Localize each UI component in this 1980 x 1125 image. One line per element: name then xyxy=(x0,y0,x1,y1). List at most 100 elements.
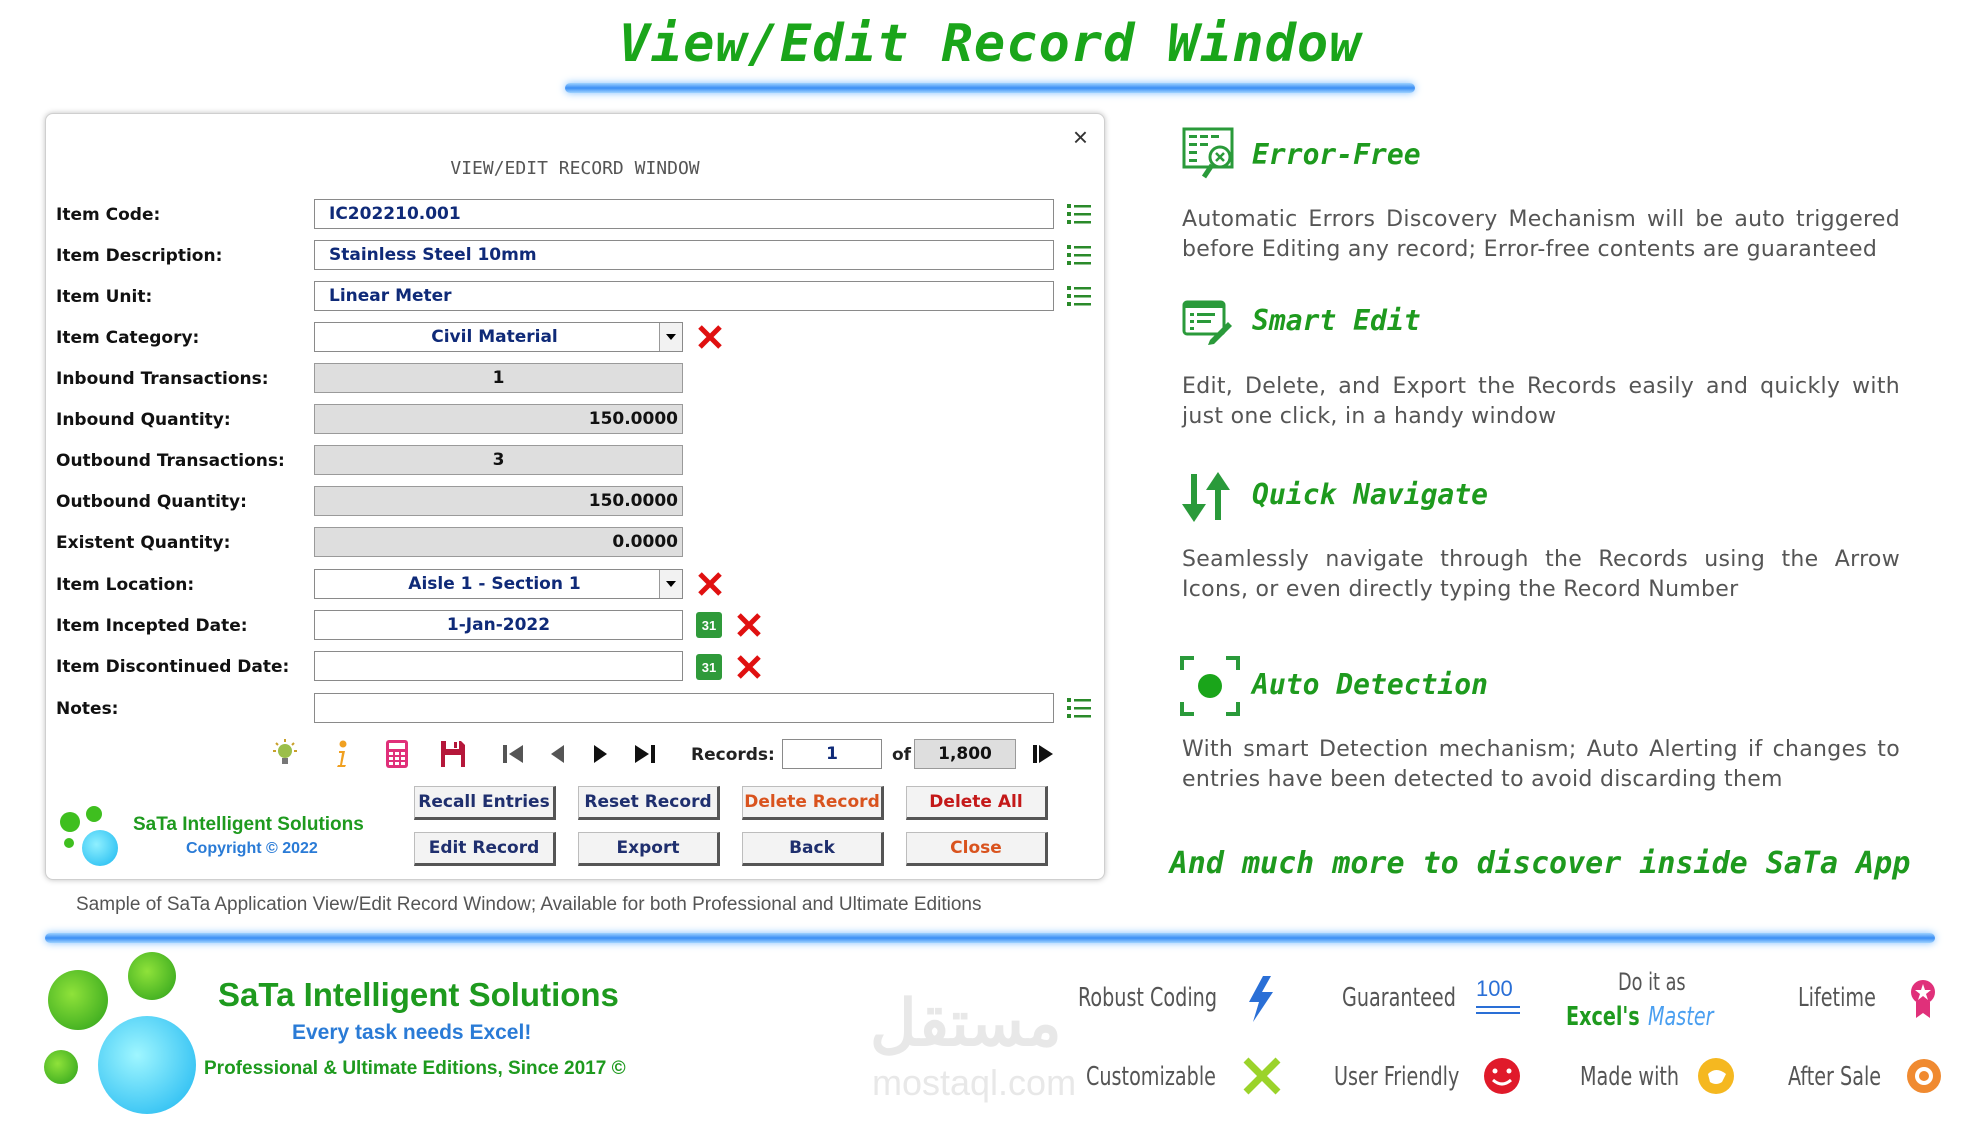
inbound-quantity-label: Inbound Quantity: xyxy=(56,410,231,430)
badge-lifetime: Lifetime xyxy=(1798,983,1876,1013)
inbound-transactions-field: 1 xyxy=(314,363,683,393)
footer-divider xyxy=(45,933,1935,943)
discontinued-date-label: Item Discontinued Date: xyxy=(56,657,290,677)
arrows-icon xyxy=(1182,472,1230,522)
previous-record-icon[interactable] xyxy=(542,739,572,769)
smiley-icon xyxy=(1484,1058,1520,1094)
view-edit-dialog: × VIEW/EDIT RECORD WINDOW Item Code: Ite… xyxy=(45,113,1105,880)
item-code-label: Item Code: xyxy=(56,205,161,225)
chevron-down-icon[interactable] xyxy=(659,323,682,351)
reset-record-button[interactable]: Reset Record xyxy=(578,786,720,820)
last-record-icon[interactable] xyxy=(630,739,660,769)
calendar-icon[interactable]: 31 xyxy=(696,612,722,638)
item-location-select[interactable]: Aisle 1 - Section 1 xyxy=(314,569,683,599)
dialog-title: VIEW/EDIT RECORD WINDOW xyxy=(450,158,700,179)
item-code-input[interactable]: IC202210.001 xyxy=(314,199,1054,229)
badge-excels: Excel's xyxy=(1566,1002,1640,1032)
heart-hand-icon xyxy=(1698,1058,1734,1094)
item-location-label: Item Location: xyxy=(56,575,195,595)
item-unit-input[interactable]: Linear Meter xyxy=(314,281,1054,311)
delete-record-button[interactable]: Delete Record xyxy=(742,786,884,820)
footer-brand-name: SaTa Intelligent Solutions xyxy=(218,976,619,1013)
clear-category-icon[interactable] xyxy=(697,324,723,350)
clear-discontinued-date-icon[interactable] xyxy=(736,654,762,680)
next-record-icon[interactable] xyxy=(586,739,616,769)
recall-entries-button[interactable]: Recall Entries xyxy=(414,786,556,820)
chevron-down-icon[interactable] xyxy=(659,570,682,598)
item-category-label: Item Category: xyxy=(56,328,200,348)
footer-brand-logo xyxy=(40,950,200,1120)
feature-quick-navigate-title: Quick Navigate xyxy=(1252,478,1489,511)
feature-error-free-title: Error-Free xyxy=(1252,138,1421,171)
lightning-icon xyxy=(1249,976,1273,1022)
record-number-input[interactable]: 1 xyxy=(782,739,882,769)
badge-master: Master xyxy=(1648,1002,1714,1032)
item-description-input[interactable]: Stainless Steel 10mm xyxy=(314,240,1054,270)
badge-after-sale: After Sale xyxy=(1788,1062,1882,1092)
list-icon[interactable] xyxy=(1066,695,1092,721)
feature-smart-edit-text: Edit, Delete, and Export the Records eas… xyxy=(1182,374,1900,429)
outbound-transactions-label: Outbound Transactions: xyxy=(56,451,285,471)
close-button[interactable]: Close xyxy=(906,832,1048,866)
feature-quick-navigate-text: Seamlessly navigate through the Records … xyxy=(1182,547,1900,602)
underline-icon xyxy=(1476,1012,1520,1014)
edit-form-icon xyxy=(1182,300,1232,345)
page-title: View/Edit Record Window xyxy=(618,14,1362,74)
save-icon[interactable] xyxy=(438,739,468,769)
brand-logo xyxy=(60,806,120,876)
list-icon[interactable] xyxy=(1066,283,1092,309)
first-record-icon[interactable] xyxy=(498,739,528,769)
calendar-icon[interactable]: 31 xyxy=(696,654,722,680)
delete-all-button[interactable]: Delete All xyxy=(906,786,1048,820)
incepted-date-input[interactable]: 1-Jan-2022 xyxy=(314,610,683,640)
item-location-value: Aisle 1 - Section 1 xyxy=(408,574,581,594)
calculator-icon[interactable] xyxy=(382,739,412,769)
inbound-quantity-field: 150.0000 xyxy=(314,404,683,434)
more-to-discover-text: And much more to discover inside SaTa Ap… xyxy=(1169,846,1911,881)
existent-quantity-label: Existent Quantity: xyxy=(56,533,231,553)
records-label: Records: xyxy=(691,745,775,765)
outbound-transactions-field: 3 xyxy=(314,445,683,475)
support-icon xyxy=(1907,1059,1941,1093)
existent-quantity-field: 0.0000 xyxy=(314,527,683,557)
figure-caption: Sample of SaTa Application View/Edit Rec… xyxy=(76,894,982,915)
total-records-field: 1,800 xyxy=(914,739,1016,769)
title-underline xyxy=(565,83,1415,93)
of-label: of xyxy=(892,745,912,765)
incepted-date-label: Item Incepted Date: xyxy=(56,616,248,636)
outbound-quantity-field: 150.0000 xyxy=(314,486,683,516)
feature-auto-detection-text: With smart Detection mechanism; Auto Ale… xyxy=(1182,737,1900,792)
discontinued-date-input[interactable] xyxy=(314,651,683,681)
dialog-copyright: Copyright © 2022 xyxy=(186,840,318,857)
item-category-select[interactable]: Civil Material xyxy=(314,322,683,352)
item-category-value: Civil Material xyxy=(431,327,558,347)
info-icon[interactable] xyxy=(326,739,356,769)
feature-auto-detection-title: Auto Detection xyxy=(1252,668,1489,701)
feature-smart-edit-title: Smart Edit xyxy=(1252,304,1421,337)
clear-location-icon[interactable] xyxy=(697,571,723,597)
feature-error-free-text: Automatic Errors Discovery Mechanism wil… xyxy=(1182,207,1900,262)
clear-incepted-date-icon[interactable] xyxy=(736,612,762,638)
footer-editions: Professional & Ultimate Editions, Since … xyxy=(204,1058,626,1079)
watermark-arabic: مستقل xyxy=(870,987,1062,1059)
export-button[interactable]: Export xyxy=(578,832,720,866)
lightbulb-icon[interactable] xyxy=(270,739,300,769)
badge-guaranteed: Guaranteed xyxy=(1342,983,1456,1013)
list-icon[interactable] xyxy=(1066,201,1092,227)
badge-guaranteed-number: 100 xyxy=(1476,976,1513,1001)
notes-label: Notes: xyxy=(56,699,119,719)
edit-record-button[interactable]: Edit Record xyxy=(414,832,556,866)
list-icon[interactable] xyxy=(1066,242,1092,268)
add-record-icon[interactable] xyxy=(1028,739,1058,769)
item-unit-label: Item Unit: xyxy=(56,287,153,307)
item-description-label: Item Description: xyxy=(56,246,223,266)
notes-input[interactable] xyxy=(314,693,1054,723)
badge-customizable: Customizable xyxy=(1086,1062,1216,1092)
dialog-brand-name: SaTa Intelligent Solutions xyxy=(133,814,364,835)
back-button[interactable]: Back xyxy=(742,832,884,866)
badge-do-it-as: Do it as xyxy=(1618,968,1686,996)
footer-tagline: Every task needs Excel! xyxy=(292,1021,532,1044)
badge-made-with: Made with xyxy=(1580,1062,1680,1092)
close-icon[interactable]: × xyxy=(1073,122,1088,153)
error-check-icon xyxy=(1182,127,1234,179)
